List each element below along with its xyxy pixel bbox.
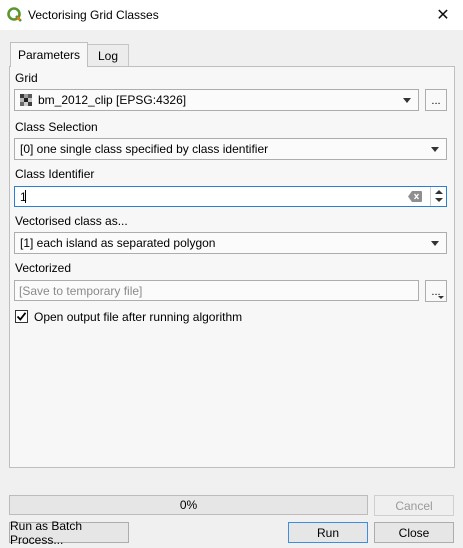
open-output-label: Open output file after running algorithm	[34, 310, 243, 324]
open-output-checkbox[interactable]	[15, 310, 28, 323]
cancel-button[interactable]: Cancel	[374, 495, 454, 516]
chevron-down-icon	[403, 98, 411, 103]
title-bar: Vectorising Grid Classes ✕	[0, 0, 463, 30]
vectorised-class-select[interactable]: [1] each island as separated polygon	[14, 232, 447, 254]
window-title: Vectorising Grid Classes	[28, 8, 159, 22]
text-caret	[25, 190, 26, 203]
class-identifier-label: Class Identifier	[15, 167, 95, 181]
grid-label: Grid	[15, 71, 38, 85]
spin-buttons[interactable]	[430, 187, 446, 206]
vectorized-output-field[interactable]: [Save to temporary file]	[14, 280, 419, 301]
checkmark-icon	[16, 312, 27, 321]
raster-layer-icon	[20, 93, 32, 106]
grid-browse-button[interactable]: ...	[425, 89, 447, 111]
progress-bar: 0%	[9, 495, 368, 515]
qgis-logo-icon	[7, 7, 22, 22]
run-batch-button[interactable]: Run as Batch Process...	[9, 519, 129, 547]
vectorised-class-label: Vectorised class as...	[15, 214, 128, 228]
class-selection-select[interactable]: [0] one single class specified by class …	[14, 138, 447, 160]
spin-down-icon[interactable]	[435, 198, 443, 202]
close-button[interactable]: Close	[374, 522, 454, 543]
spin-up-icon[interactable]	[435, 190, 443, 194]
dropdown-indicator-icon	[438, 296, 444, 299]
run-button[interactable]: Run	[288, 522, 368, 543]
tab-log[interactable]: Log	[87, 44, 129, 67]
vectorized-label: Vectorized	[15, 261, 72, 275]
close-window-icon[interactable]: ✕	[423, 0, 463, 30]
grid-select-value: bm_2012_clip [EPSG:4326]	[38, 93, 187, 107]
grid-select[interactable]: bm_2012_clip [EPSG:4326]	[14, 89, 419, 111]
class-selection-value: [0] one single class specified by class …	[20, 142, 269, 156]
tab-parameters[interactable]: Parameters	[10, 42, 88, 67]
vectorised-class-value: [1] each island as separated polygon	[20, 236, 216, 250]
class-selection-label: Class Selection	[15, 120, 98, 134]
chevron-down-icon	[431, 241, 439, 246]
class-identifier-spinbox[interactable]: 1	[14, 186, 447, 207]
chevron-down-icon	[431, 147, 439, 152]
clear-icon[interactable]	[408, 191, 422, 202]
vectorized-browse-button[interactable]: ...	[425, 280, 447, 302]
